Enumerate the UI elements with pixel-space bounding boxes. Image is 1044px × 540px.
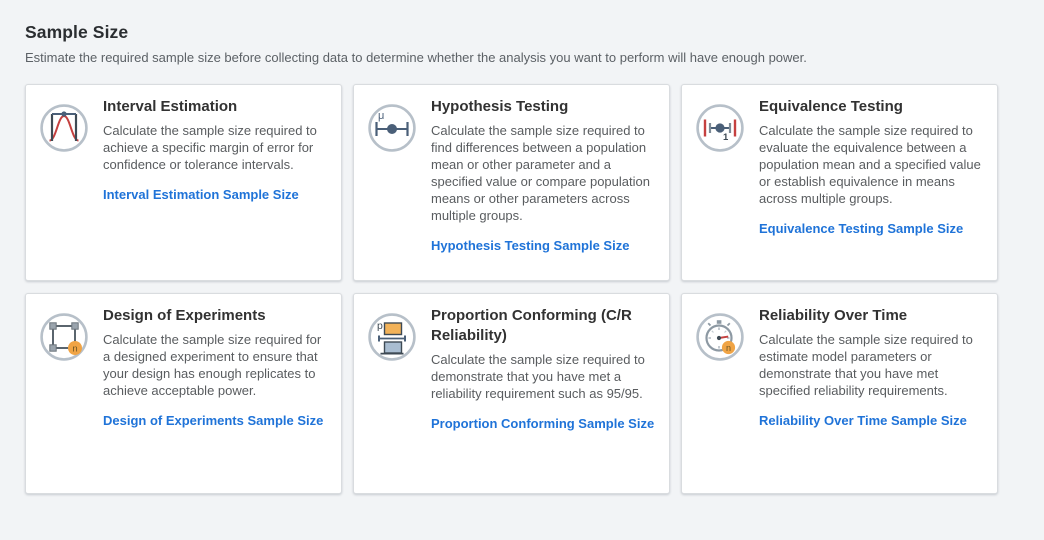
page-title: Sample Size	[25, 22, 1019, 43]
card-hypothesis-testing: μ Hypothesis Testing Calculate the sampl…	[353, 84, 670, 281]
card-description: Calculate the sample size required to de…	[431, 351, 655, 402]
design-of-experiments-icon: n	[39, 312, 89, 362]
design-of-experiments-sample-size-link[interactable]: Design of Experiments Sample Size	[103, 413, 323, 428]
card-description: Calculate the sample size required to es…	[759, 331, 983, 399]
page-subtitle: Estimate the required sample size before…	[25, 50, 1019, 66]
card-title: Proportion Conforming (C/R Reliability)	[431, 306, 655, 346]
reliability-over-time-icon: n	[695, 312, 745, 362]
proportion-conforming-icon: p	[367, 312, 417, 362]
sample-size-page: Sample Size Estimate the required sample…	[0, 0, 1044, 494]
proportion-conforming-sample-size-link[interactable]: Proportion Conforming Sample Size	[431, 416, 654, 431]
card-title: Interval Estimation	[103, 97, 327, 117]
card-title: Design of Experiments	[103, 306, 327, 326]
equivalence-testing-icon: 1	[695, 103, 745, 153]
card-equivalence-testing: 1 Equivalence Testing Calculate the samp…	[681, 84, 998, 281]
interval-estimation-sample-size-link[interactable]: Interval Estimation Sample Size	[103, 187, 299, 202]
card-description: Calculate the sample size required to fi…	[431, 122, 655, 224]
card-proportion-conforming: p Proportion Conforming (C/R Reliability…	[353, 293, 670, 494]
card-description: Calculate the sample size required to ac…	[103, 122, 327, 173]
card-interval-estimation: Interval Estimation Calculate the sample…	[25, 84, 342, 281]
reliability-over-time-sample-size-link[interactable]: Reliability Over Time Sample Size	[759, 413, 967, 428]
card-title: Hypothesis Testing	[431, 97, 655, 117]
svg-text:n: n	[72, 344, 77, 355]
equivalence-testing-sample-size-link[interactable]: Equivalence Testing Sample Size	[759, 221, 963, 236]
hypothesis-testing-sample-size-link[interactable]: Hypothesis Testing Sample Size	[431, 238, 629, 253]
card-title: Reliability Over Time	[759, 306, 983, 326]
card-description: Calculate the sample size required for a…	[103, 331, 327, 399]
svg-text:n: n	[726, 343, 731, 353]
hypothesis-testing-icon: μ	[367, 103, 417, 153]
card-description: Calculate the sample size required to ev…	[759, 122, 983, 207]
svg-text:μ: μ	[378, 110, 384, 122]
card-reliability-over-time: n Reliability Over Time Calculate the sa…	[681, 293, 998, 494]
svg-text:1: 1	[723, 132, 729, 143]
card-design-of-experiments: n Design of Experiments Calculate the sa…	[25, 293, 342, 494]
svg-text:p: p	[377, 320, 383, 332]
sample-size-card-grid: Interval Estimation Calculate the sample…	[25, 84, 1019, 494]
card-title: Equivalence Testing	[759, 97, 983, 117]
interval-estimation-icon	[39, 103, 89, 153]
